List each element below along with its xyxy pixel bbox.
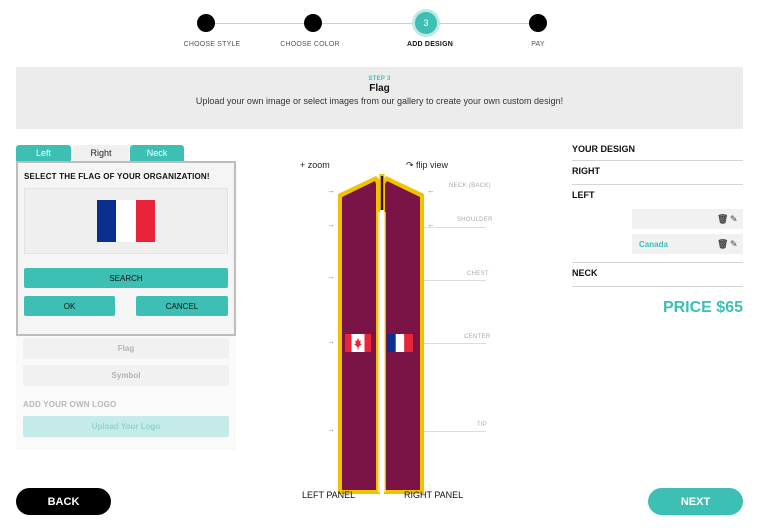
tick-arrow-icon: →	[327, 425, 335, 434]
zoom-button[interactable]: + zoom	[300, 160, 330, 170]
annotation-shoulder: SHOULDER	[457, 217, 493, 223]
design-item-name: Canada	[639, 240, 668, 249]
annotation-center: CENTER	[464, 334, 491, 340]
step-label-pay[interactable]: PAY	[531, 41, 545, 48]
flag-option-button[interactable]: Flag	[23, 338, 229, 359]
logo-section-heading: ADD YOUR OWN LOGO	[23, 400, 117, 409]
pencil-icon[interactable]: ✎	[730, 214, 738, 225]
step-description: Upload your own image or select images f…	[195, 96, 564, 106]
tick-arrow-icon: →	[327, 220, 335, 229]
tick-arrow-icon: →	[327, 272, 335, 281]
tick-arrow-icon: ←	[427, 186, 435, 195]
back-button[interactable]: BACK	[16, 488, 111, 515]
design-row-left-label: LEFT	[572, 190, 595, 200]
pencil-icon[interactable]: ✎	[730, 239, 738, 250]
flag-panel-heading: SELECT THE FLAG OF YOUR ORGANIZATION!	[24, 172, 210, 181]
france-flag-icon[interactable]	[387, 334, 413, 352]
trash-icon[interactable]: 🗑	[717, 239, 728, 250]
step-banner: STEP 3 Flag Upload your own image or sel…	[16, 67, 743, 129]
annotation-tip: TIP	[477, 422, 488, 428]
search-button[interactable]: SEARCH	[24, 268, 228, 288]
design-row-neck-label: NECK	[572, 268, 598, 278]
price-display: PRICE $65	[662, 299, 743, 316]
tick-arrow-icon: →	[327, 186, 335, 195]
right-panel-label: RIGHT PANEL	[404, 490, 464, 500]
progress-stepper: CHOOSE STYLE CHOOSE COLOR 3 ADD DESIGN P…	[0, 0, 768, 60]
design-summary: YOUR DESIGN RIGHT LEFT 🗑 ✎ Canada 🗑 ✎ NE…	[572, 140, 743, 287]
design-row-right: RIGHT	[572, 161, 743, 185]
flip-view-button[interactable]: ↷ flip view	[406, 160, 448, 171]
symbol-option-button[interactable]: Symbol	[23, 365, 229, 386]
step-kicker: STEP 3	[368, 76, 391, 82]
step-title: Flag	[369, 83, 390, 94]
step-dot-add-design: 3	[412, 9, 440, 37]
step-dot-choose-style[interactable]	[197, 14, 215, 32]
design-row-left: LEFT 🗑 ✎ Canada 🗑 ✎	[572, 185, 743, 263]
next-button[interactable]: NEXT	[648, 488, 743, 515]
annotation-line	[424, 343, 486, 344]
design-row-right-label: RIGHT	[572, 166, 600, 176]
flag-selector-panel: SELECT THE FLAG OF YOUR ORGANIZATION! SE…	[16, 161, 236, 336]
annotation-chest: CHEST	[467, 271, 489, 277]
step-dot-choose-color[interactable]	[304, 14, 322, 32]
flag-preview-box	[24, 188, 228, 254]
tab-neck[interactable]: Neck	[130, 145, 184, 161]
annotation-line	[424, 280, 486, 281]
tab-left[interactable]: Left	[16, 145, 71, 161]
design-heading: YOUR DESIGN	[572, 140, 743, 161]
cancel-button[interactable]: CANCEL	[136, 296, 228, 316]
step-number: 3	[423, 18, 429, 28]
step-label-choose-style[interactable]: CHOOSE STYLE	[184, 41, 241, 48]
design-item: 🗑 ✎	[632, 209, 743, 229]
step-label-choose-color[interactable]: CHOOSE COLOR	[280, 41, 340, 48]
tick-arrow-icon: →	[327, 337, 335, 346]
annotation-line	[424, 431, 486, 432]
stepper-track	[206, 23, 538, 24]
design-item: Canada 🗑 ✎	[632, 234, 743, 254]
trash-icon[interactable]: 🗑	[717, 214, 728, 225]
canada-flag-icon[interactable]	[345, 334, 371, 352]
annotation-neck-back: NECK (BACK)	[449, 183, 491, 189]
annotation-line	[424, 227, 486, 228]
stole-preview: + zoom ↷ flip view → → → → → ← NECK (BAC…	[300, 158, 500, 508]
step-dot-pay[interactable]	[529, 14, 547, 32]
step-label-add-design: ADD DESIGN	[407, 41, 453, 48]
france-flag-preview	[97, 200, 155, 242]
tab-right[interactable]: Right	[73, 145, 129, 161]
left-panel-label: LEFT PANEL	[302, 490, 356, 500]
design-row-neck: NECK	[572, 263, 743, 287]
upload-logo-button[interactable]: Upload Your Logo	[23, 416, 229, 437]
ok-button[interactable]: OK	[24, 296, 115, 316]
